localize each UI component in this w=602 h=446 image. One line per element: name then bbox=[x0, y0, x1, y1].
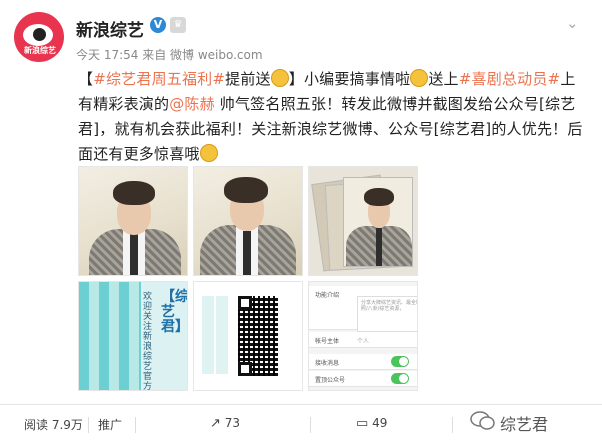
verified-v-icon: V bbox=[150, 17, 166, 33]
topic-tag-link[interactable]: #综艺君周五福利# bbox=[93, 70, 225, 88]
settings-row: 接收消息 bbox=[309, 354, 417, 370]
post-text-fragment: 送上 bbox=[428, 70, 459, 88]
weibo-post-card: 新浪综艺 新浪综艺 V ♛ ⌄ 今天 17:54 来自 微博 weibo.com… bbox=[0, 0, 602, 446]
hands-emoji-icon bbox=[270, 69, 289, 87]
account-name[interactable]: 新浪综艺 bbox=[76, 16, 144, 41]
post-image-qr[interactable]: 欢迎关注新浪综艺官方微信 【综艺君】 bbox=[78, 281, 188, 391]
qr-brand: 【综艺君】 bbox=[161, 289, 188, 335]
post-text: 【#综艺君周五福利#提前送 】小编要搞事情啦 送上#喜剧总动员#上有精彩表演的@陈赫… bbox=[78, 67, 584, 167]
toggle-switch bbox=[391, 356, 409, 367]
avatar-label: 新浪综艺 bbox=[24, 46, 56, 55]
comment-count: 49 bbox=[372, 416, 388, 430]
wechat-icon bbox=[470, 411, 495, 430]
decorative-stripes bbox=[79, 282, 141, 390]
bracket-open: 【 bbox=[78, 70, 94, 88]
post-text-fragment: 提前送 bbox=[225, 70, 271, 88]
post-image-1[interactable] bbox=[78, 166, 188, 276]
avatar[interactable]: 新浪综艺 bbox=[14, 12, 64, 62]
toggle-switch bbox=[391, 373, 409, 384]
share-count: 73 bbox=[224, 416, 241, 430]
post-meta: 今天 17:54 来自 微博 weibo.com bbox=[76, 48, 263, 62]
mention-link[interactable]: @陈赫 bbox=[169, 95, 215, 113]
post-image-3[interactable] bbox=[308, 166, 418, 276]
topic-tag-link[interactable]: #喜剧总动员# bbox=[459, 70, 561, 88]
share-button[interactable]: ↗ 73 bbox=[210, 416, 240, 431]
settings-row: 帐号主体 个人 bbox=[309, 332, 417, 348]
post-image-2[interactable] bbox=[193, 166, 303, 276]
sunglasses-emoji-icon bbox=[199, 144, 218, 162]
comment-button[interactable]: ▭ 49 bbox=[356, 416, 387, 431]
chevron-down-icon[interactable]: ⌄ bbox=[566, 14, 579, 32]
comment-icon: ▭ bbox=[356, 416, 369, 431]
settings-signature: 分享大牌综艺资讯、最全剧照/八卦/综艺资源， bbox=[357, 296, 417, 332]
member-level-icon: ♛ bbox=[170, 17, 186, 33]
settings-row: 功能介绍 分享大牌综艺资讯、最全剧照/八卦/综艺资源， bbox=[309, 286, 417, 332]
post-footer: 阅读 7.9万 推广 ↗ 73 ▭ 49 综艺君 bbox=[0, 404, 602, 446]
read-count: 阅读 7.9万 bbox=[24, 418, 83, 432]
watermark: 综艺君 bbox=[500, 415, 549, 434]
qr-vertical-text: 欢迎关注新浪综艺官方微信 bbox=[143, 292, 153, 391]
post-image-qrcode[interactable] bbox=[193, 281, 303, 391]
post-image-settings[interactable]: 功能介绍 分享大牌综艺资讯、最全剧照/八卦/综艺资源， 帐号主体 个人 接收消息… bbox=[308, 281, 418, 391]
promote-button[interactable]: 推广 bbox=[98, 416, 122, 433]
share-icon: ↗ bbox=[210, 416, 221, 431]
post-text-fragment: 】小编要搞事情啦 bbox=[288, 70, 411, 88]
settings-row: 置顶公众号 bbox=[309, 371, 417, 387]
avatar-pupil-graphic bbox=[33, 28, 46, 41]
grin-emoji-icon bbox=[410, 69, 429, 87]
